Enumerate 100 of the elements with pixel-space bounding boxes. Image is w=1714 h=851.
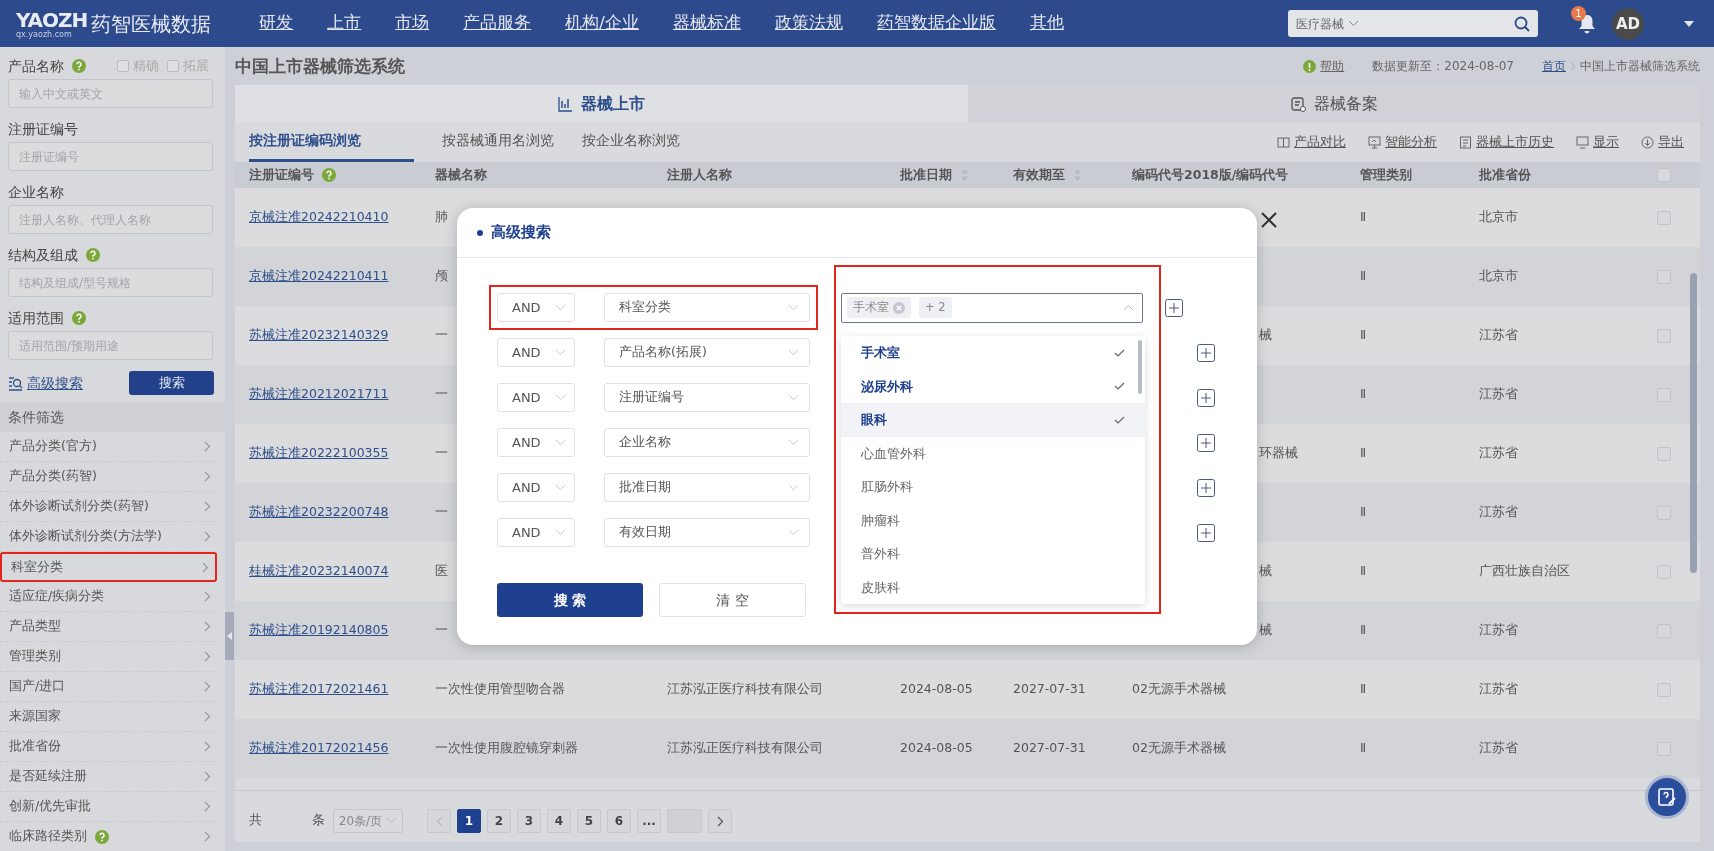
field-select[interactable]: 企业名称	[604, 428, 810, 457]
chevron-right-icon[interactable]	[204, 621, 211, 632]
filter-item[interactable]: 管理类别	[0, 642, 217, 672]
registration-link[interactable]: 苏械注准20172021456	[249, 739, 435, 758]
dropdown-option[interactable]: 泌尿外科	[841, 369, 1145, 403]
previous-page-button[interactable]	[427, 808, 451, 833]
checkbox[interactable]	[1657, 446, 1671, 461]
registration-link[interactable]: 京械注准20242210411	[249, 267, 435, 286]
collapse-handle[interactable]	[225, 612, 234, 660]
nav-link[interactable]: 研发	[259, 11, 294, 36]
dropdown-option[interactable]: 心血管外科	[841, 436, 1145, 470]
scrollbar[interactable]	[1690, 273, 1697, 573]
dropdown-option[interactable]: 眼科	[841, 403, 1145, 437]
search-list-icon[interactable]	[8, 375, 23, 391]
checkbox[interactable]	[1657, 682, 1671, 697]
filter-item[interactable]: 是否延续注册	[0, 762, 217, 792]
checkbox[interactable]	[167, 60, 179, 72]
tab[interactable]: 器械备案	[967, 85, 1700, 122]
page-button[interactable]: ...	[637, 808, 661, 833]
page-button[interactable]: 3	[517, 808, 541, 833]
scrollbar[interactable]	[1138, 340, 1142, 394]
nav-link[interactable]: 政策法规	[774, 11, 843, 36]
plus-icon[interactable]	[1197, 388, 1215, 407]
filter-item[interactable]: 来源国家	[0, 702, 217, 732]
chevron-right-icon[interactable]	[204, 801, 211, 812]
page-button[interactable]: 6	[607, 808, 631, 833]
field-select[interactable]: 产品名称(拓展)	[604, 338, 810, 367]
filter-item[interactable]: 创新/优先审批	[0, 792, 217, 822]
search-button[interactable]: 搜索	[129, 371, 214, 395]
breadcrumb-link[interactable]: 首页	[1542, 57, 1566, 75]
help-icon[interactable]	[86, 248, 100, 262]
dropdown-option[interactable]: 手术室	[841, 336, 1145, 370]
page-button[interactable]: 4	[547, 808, 571, 833]
toolbar-button[interactable]: 器械上市历史	[1459, 132, 1554, 152]
avatar[interactable]: AD	[1612, 7, 1644, 40]
checkbox[interactable]	[1657, 564, 1671, 579]
registration-link[interactable]: 苏械注准20172021461	[249, 680, 435, 699]
nav-link[interactable]: 药智数据企业版	[876, 11, 996, 36]
nav-link[interactable]: 机构/企业	[565, 11, 639, 36]
toolbar-button[interactable]: 导出	[1641, 132, 1684, 152]
registration-link[interactable]: 苏械注准20212021711	[249, 385, 435, 404]
page-button[interactable]: 1	[457, 808, 481, 833]
filter-item[interactable]: 国产/进口	[0, 672, 217, 702]
plus-icon[interactable]	[1197, 523, 1215, 542]
search-icon[interactable]	[1514, 15, 1530, 32]
registration-link[interactable]: 苏械注准20222100355	[249, 444, 435, 463]
dropdown-option[interactable]: 肿瘤科	[841, 503, 1145, 537]
close-icon[interactable]	[1261, 212, 1277, 228]
plus-icon[interactable]	[1197, 343, 1215, 362]
filter-item[interactable]: 临床路径类别	[0, 822, 217, 851]
caret-down-icon[interactable]	[1684, 20, 1694, 27]
filter-item[interactable]: 批准省份	[0, 732, 217, 762]
operator-select[interactable]: AND	[497, 338, 575, 367]
toolbar-button[interactable]: 显示	[1576, 132, 1619, 152]
chevron-right-icon[interactable]	[204, 651, 211, 662]
nav-link[interactable]: 上市	[327, 11, 362, 36]
chevron-right-icon[interactable]	[204, 831, 211, 842]
chevron-right-icon[interactable]	[204, 531, 211, 542]
multi-select[interactable]: 手术室 + 2	[841, 292, 1143, 323]
operator-select[interactable]: AND	[497, 428, 575, 457]
help-icon[interactable]	[322, 168, 336, 182]
registration-link[interactable]: 桂械注准20232140074	[249, 562, 435, 581]
help-icon[interactable]	[72, 311, 86, 325]
chevron-right-icon[interactable]	[204, 741, 211, 752]
remove-icon[interactable]	[893, 301, 905, 314]
chevron-up-icon[interactable]	[1123, 304, 1134, 311]
registration-link[interactable]: 京械注准20242210410	[249, 208, 435, 227]
dropdown-option[interactable]: 皮肤科	[841, 570, 1145, 604]
plus-icon[interactable]	[1197, 478, 1215, 497]
filter-item[interactable]: 体外诊断试剂分类(药智)	[0, 492, 217, 522]
help-icon[interactable]	[95, 829, 109, 844]
chevron-right-icon[interactable]	[204, 501, 211, 512]
search-field[interactable]: 医疗器械	[1288, 10, 1538, 37]
operator-select[interactable]: AND	[497, 518, 575, 547]
field-select[interactable]: 科室分类	[604, 293, 810, 322]
nav-link[interactable]: 器械标准	[672, 11, 741, 36]
checkbox[interactable]	[117, 60, 129, 72]
tab[interactable]: 按器械通用名浏览	[442, 122, 554, 162]
page-button[interactable]: 5	[577, 808, 601, 833]
chevron-right-icon[interactable]	[204, 711, 211, 722]
operator-select[interactable]: AND	[497, 473, 575, 502]
chevron-right-icon[interactable]	[202, 561, 209, 573]
chevron-right-icon[interactable]	[204, 681, 211, 692]
next-page-button[interactable]	[708, 808, 732, 833]
filter-item[interactable]: 产品类型	[0, 612, 217, 642]
nav-link[interactable]: 其他	[1029, 11, 1064, 36]
checkbox[interactable]	[1657, 328, 1671, 343]
plus-icon[interactable]	[1165, 298, 1183, 317]
help-link[interactable]: 帮助	[1320, 57, 1345, 75]
registration-link[interactable]: 苏械注准20192140805	[249, 621, 435, 640]
filter-item[interactable]: 体外诊断试剂分类(方法学)	[0, 522, 217, 552]
search-button[interactable]: 搜 索	[497, 583, 643, 617]
field-select[interactable]: 有效日期	[604, 518, 810, 547]
chevron-right-icon[interactable]	[204, 771, 211, 782]
filter-item[interactable]: 适应症/疾病分类	[0, 582, 217, 612]
selected-tag[interactable]: 手术室	[847, 297, 911, 318]
toolbar-button[interactable]: 智能分析	[1368, 132, 1437, 152]
advanced-search-link[interactable]: 高级搜索	[27, 372, 83, 394]
nav-link[interactable]: 产品服务	[463, 11, 532, 36]
info-icon[interactable]	[1303, 59, 1317, 73]
